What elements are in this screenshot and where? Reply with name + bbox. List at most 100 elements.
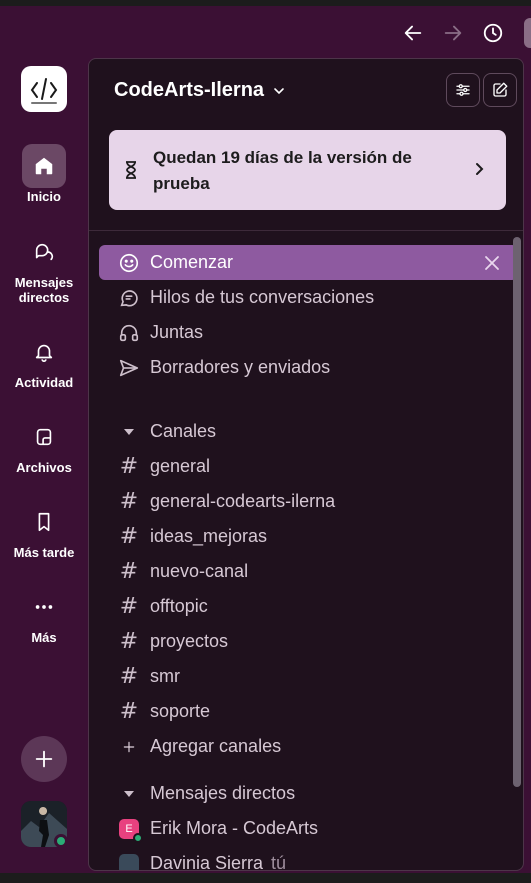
section-title: Canales bbox=[150, 421, 217, 441]
back-button[interactable] bbox=[400, 20, 426, 46]
hash-icon: # bbox=[119, 524, 139, 549]
rail-item-mensajes[interactable]: Mensajes directos bbox=[0, 230, 88, 305]
dm-item[interactable]: E Erik Mora - CodeArts bbox=[89, 811, 523, 846]
section-header-mensajes-directos[interactable]: Mensajes directos bbox=[89, 776, 523, 811]
nav-item-comenzar[interactable]: Comenzar bbox=[99, 245, 518, 280]
hash-icon: # bbox=[119, 629, 139, 654]
dm-item[interactable]: Davinia Sierra tú bbox=[89, 846, 523, 871]
sidebar-scrollbar[interactable] bbox=[513, 237, 521, 787]
dm-name: Erik Mora - CodeArts bbox=[150, 818, 319, 838]
rail-icon-bg bbox=[22, 415, 66, 459]
filter-button[interactable] bbox=[446, 73, 480, 107]
rail-icon-bg bbox=[22, 500, 66, 544]
messages-icon bbox=[35, 243, 54, 261]
channel-name: general bbox=[150, 456, 211, 476]
rail-item-actividad[interactable]: Actividad bbox=[0, 330, 88, 390]
nav-item-hilos[interactable]: Hilos de tus conversaciones bbox=[89, 280, 523, 315]
threads-icon bbox=[117, 286, 141, 310]
nav-item-label: Comenzar bbox=[150, 252, 234, 272]
rail-item-mas-tarde[interactable]: Más tarde bbox=[0, 500, 88, 560]
channel-name: smr bbox=[150, 666, 180, 686]
workspace-name: CodeArts-Ilerna bbox=[114, 79, 265, 101]
rail-label: Inicio bbox=[27, 189, 61, 204]
headphones-icon bbox=[117, 321, 141, 345]
dm-name-wrap: Davinia Sierra tú bbox=[150, 853, 286, 871]
channel-item[interactable]: # offtopic bbox=[89, 589, 523, 624]
history-button[interactable] bbox=[480, 20, 506, 46]
initial-avatar: E bbox=[119, 818, 143, 843]
title-bar bbox=[0, 6, 531, 58]
home-icon bbox=[35, 157, 53, 175]
channel-name: soporte bbox=[150, 701, 211, 721]
compose-icon bbox=[493, 82, 508, 97]
rail-icon-bg bbox=[22, 230, 66, 274]
nav-item-label: Juntas bbox=[150, 322, 204, 342]
rail-item-mas[interactable]: Más bbox=[0, 585, 88, 645]
close-icon[interactable] bbox=[482, 253, 502, 273]
dm-avatar bbox=[117, 852, 141, 870]
hash-icon: # bbox=[119, 489, 139, 514]
window-bottom-edge bbox=[0, 873, 531, 883]
divider bbox=[89, 230, 523, 231]
compose-button[interactable] bbox=[483, 73, 517, 107]
chevron-down-icon bbox=[274, 87, 284, 94]
trial-banner[interactable]: Quedan 19 días de la versión de prueba bbox=[109, 130, 506, 210]
plus-icon bbox=[117, 735, 141, 759]
search-bar[interactable] bbox=[524, 18, 531, 48]
forward-button[interactable] bbox=[440, 20, 466, 46]
clock-icon bbox=[483, 23, 503, 43]
chevron-right-icon bbox=[476, 163, 484, 175]
channel-name: ideas_mejoras bbox=[150, 526, 268, 546]
send-icon bbox=[117, 356, 141, 380]
avatar-initial: E bbox=[125, 822, 133, 835]
nav-item-borradores[interactable]: Borradores y enviados bbox=[89, 350, 523, 385]
caret-down-icon bbox=[117, 420, 141, 444]
channel-item[interactable]: # ideas_mejoras bbox=[89, 519, 523, 554]
plus-icon bbox=[35, 750, 53, 768]
smiley-icon bbox=[117, 251, 141, 275]
rail-label: Mensajes directos bbox=[14, 275, 74, 305]
channel-sidebar: CodeArts-Ilerna Quedan 19 días de la ver… bbox=[88, 58, 524, 871]
hash-icon: # bbox=[119, 559, 139, 584]
dm-avatar: E bbox=[117, 817, 143, 843]
hash-icon: # bbox=[119, 664, 139, 689]
workspace-rail: Inicio Mensajes directos Actividad Archi… bbox=[0, 58, 88, 883]
channel-name: proyectos bbox=[150, 631, 229, 651]
rail-item-inicio[interactable]: Inicio bbox=[0, 144, 88, 204]
workspace-name-button[interactable]: CodeArts-Ilerna bbox=[114, 79, 286, 102]
rail-label: Más bbox=[31, 630, 57, 645]
hash-icon: # bbox=[119, 699, 139, 724]
rail-icon-bg bbox=[22, 144, 66, 188]
channel-item[interactable]: # general-codearts-ilerna bbox=[89, 484, 523, 519]
nav-item-label: Borradores y enviados bbox=[150, 357, 331, 377]
dm-name: Davinia Sierra bbox=[150, 853, 264, 871]
presence-active-icon bbox=[133, 832, 143, 843]
arrow-right-icon bbox=[444, 25, 462, 41]
caret-down-icon bbox=[117, 782, 141, 806]
channel-name: offtopic bbox=[150, 596, 208, 616]
rail-item-archivos[interactable]: Archivos bbox=[0, 415, 88, 475]
rail-icon-bg bbox=[22, 330, 66, 374]
more-icon bbox=[35, 605, 53, 609]
rail-label: Actividad bbox=[14, 375, 74, 390]
arrow-left-icon bbox=[404, 25, 422, 41]
channel-item[interactable]: # proyectos bbox=[89, 624, 523, 659]
add-channels-label: Agregar canales bbox=[150, 736, 282, 756]
channel-item[interactable]: # smr bbox=[89, 659, 523, 694]
channel-name: general-codearts-ilerna bbox=[150, 491, 336, 511]
channel-item[interactable]: # nuevo-canal bbox=[89, 554, 523, 589]
rail-label: Más tarde bbox=[13, 545, 75, 560]
nav-item-juntas[interactable]: Juntas bbox=[89, 315, 523, 350]
workspace-logo[interactable] bbox=[21, 66, 67, 112]
create-new-button[interactable] bbox=[21, 736, 67, 782]
channel-name: nuevo-canal bbox=[150, 561, 249, 581]
channel-item[interactable]: # soporte bbox=[89, 694, 523, 729]
files-icon bbox=[36, 428, 52, 446]
hourglass-icon bbox=[126, 161, 136, 179]
channel-item[interactable]: # general bbox=[89, 449, 523, 484]
section-header-canales[interactable]: Canales bbox=[89, 414, 523, 449]
workspace-header: CodeArts-Ilerna bbox=[89, 59, 523, 123]
bell-icon bbox=[35, 344, 53, 362]
add-channels-button[interactable]: Agregar canales bbox=[89, 729, 523, 764]
